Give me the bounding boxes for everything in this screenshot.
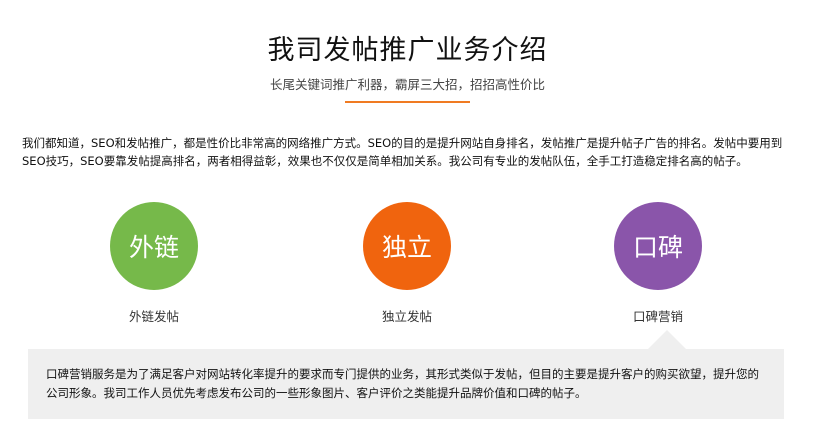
page-subtitle: 长尾关键词推广利器，霸屏三大招，招招高性价比 — [269, 77, 545, 92]
feature-circle-label: 独立 — [381, 233, 432, 262]
feature-independent-posting[interactable]: 独立 独立发帖 — [362, 202, 452, 325]
feature-circle-label: 口碑 — [632, 233, 683, 262]
detail-panel: 口碑营销服务是为了满足客户对网站转化率提升的要求而专门提供的业务，其形式类似于发… — [28, 349, 784, 419]
detail-panel-text: 口碑营销服务是为了满足客户对网站转化率提升的要求而专门提供的业务，其形式类似于发… — [46, 367, 759, 400]
feature-circle-label: 外链 — [128, 233, 179, 262]
title-divider — [345, 101, 470, 103]
feature-caption: 口碑营销 — [632, 309, 683, 324]
feature-circle-external-links[interactable]: 外链 — [110, 202, 198, 290]
feature-external-links[interactable]: 外链 外链发帖 — [109, 202, 199, 325]
feature-caption: 外链发帖 — [128, 309, 179, 324]
feature-word-of-mouth[interactable]: 口碑 口碑营销 — [613, 202, 703, 325]
detail-panel-pointer — [648, 330, 686, 349]
feature-circle-independent[interactable]: 独立 — [363, 202, 451, 290]
feature-caption: 独立发帖 — [381, 309, 432, 324]
page-title: 我司发帖推广业务介绍 — [267, 35, 548, 66]
feature-circle-word-of-mouth[interactable]: 口碑 — [614, 202, 702, 290]
intro-paragraph: 我们都知道，SEO和发帖推广，都是性价比非常高的网络推广方式。SEO的目的是提升… — [22, 136, 783, 168]
